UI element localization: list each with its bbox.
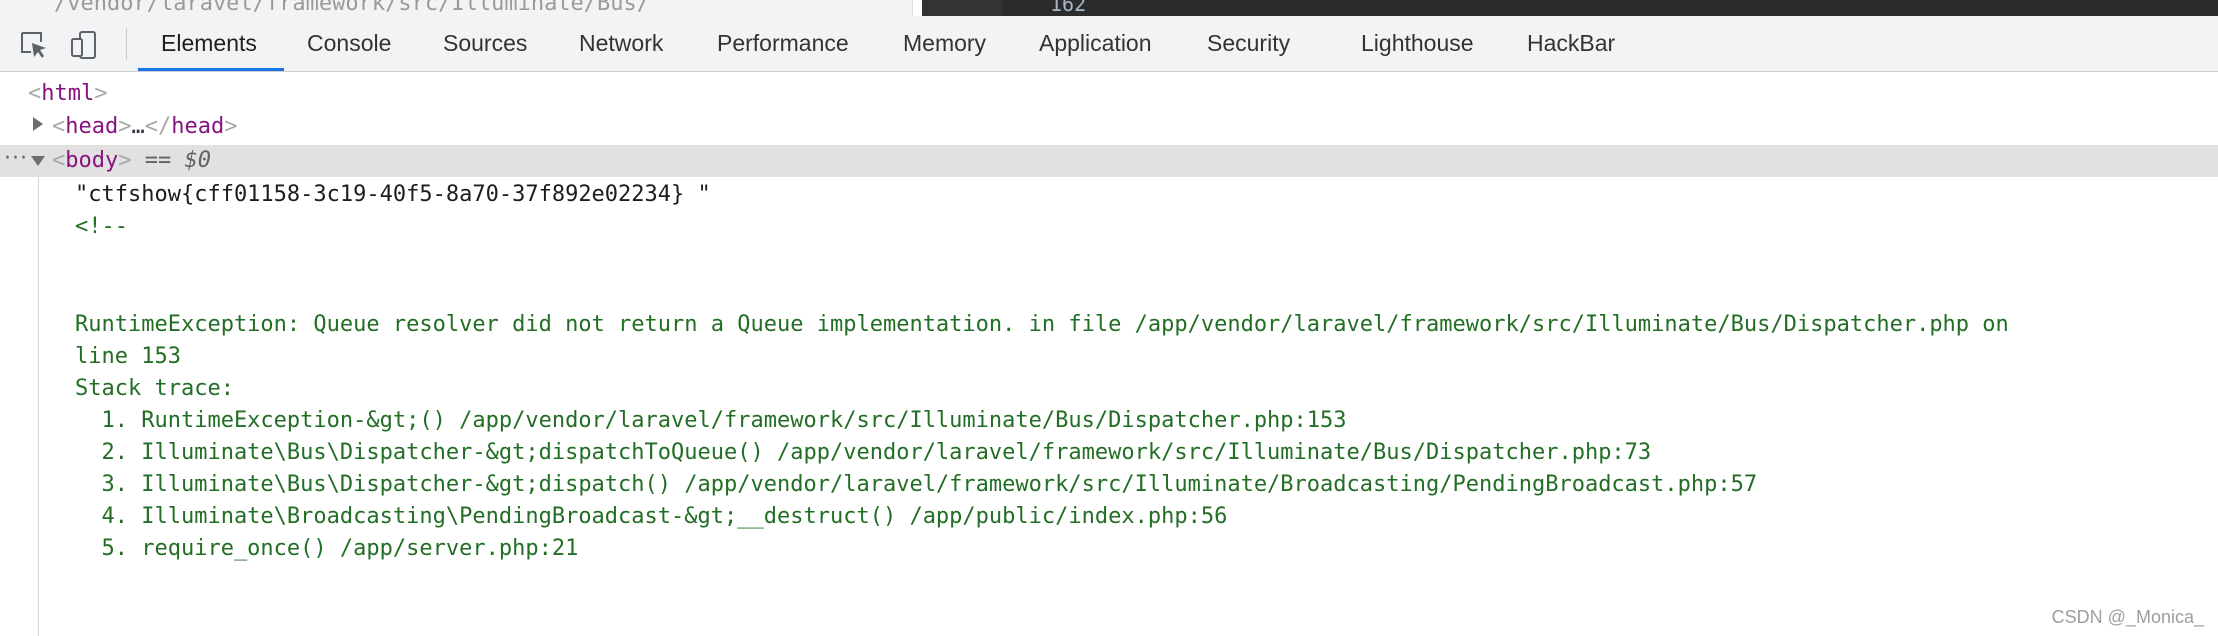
elements-tree-panel: <html> <head>…</head> ··· <body> == $0 "…: [0, 72, 2218, 636]
selected-var: $0: [184, 148, 211, 173]
tag-name-head: head: [65, 114, 119, 139]
active-tab-indicator: [138, 68, 284, 71]
tag-name-body: body: [65, 148, 119, 173]
dom-text-node[interactable]: "ctfshow{cff01158-3c19-40f5-8a70-37f892e…: [75, 179, 711, 211]
comment-line: 5. require_once() /app/server.php:21: [75, 536, 579, 561]
source-path-pane: /vendor/laravel/framework/src/Illuminate…: [0, 0, 913, 16]
tab-sources[interactable]: Sources: [443, 16, 527, 71]
tag-name-html: html: [41, 81, 95, 106]
dom-node-html[interactable]: <html>: [28, 78, 107, 110]
tab-application[interactable]: Application: [1039, 16, 1152, 71]
node-actions-icon[interactable]: ···: [4, 145, 28, 177]
device-toolbar-icon[interactable]: [68, 30, 100, 60]
watermark: CSDN @_Monica_: [2051, 607, 2204, 627]
comment-open[interactable]: <!--: [75, 211, 128, 243]
tab-security[interactable]: Security: [1207, 16, 1290, 71]
tab-console[interactable]: Console: [307, 16, 391, 71]
selected-node-highlight: [0, 145, 2218, 177]
dom-node-body[interactable]: <body> == $0: [52, 145, 211, 177]
toolbar-separator: [126, 28, 127, 60]
tree-indent-guide: [38, 177, 39, 636]
comment-line: 2. Illuminate\Bus\Dispatcher-&gt;dispatc…: [75, 440, 1652, 465]
collapse-triangle-icon[interactable]: [31, 156, 45, 166]
expand-triangle-icon[interactable]: [33, 117, 43, 131]
tab-network[interactable]: Network: [579, 16, 663, 71]
tab-performance[interactable]: Performance: [717, 16, 849, 71]
comment-line: 3. Illuminate\Bus\Dispatcher-&gt;dispatc…: [75, 472, 1758, 497]
comment-line: Stack trace:: [75, 376, 234, 401]
comment-line: RuntimeException: Queue resolver did not…: [75, 312, 2009, 337]
collapsed-ellipsis[interactable]: …: [131, 114, 144, 139]
tab-elements[interactable]: Elements: [161, 16, 257, 71]
source-path-text: /vendor/laravel/framework/src/Illuminate…: [54, 0, 651, 16]
selected-marker: ==: [144, 148, 172, 173]
tab-lighthouse[interactable]: Lighthouse: [1361, 16, 1474, 71]
code-line-number: 162: [1050, 0, 1087, 16]
page-viewport-strip: /vendor/laravel/framework/src/Illuminate…: [0, 0, 2218, 16]
devtools-window: /vendor/laravel/framework/src/Illuminate…: [0, 0, 2218, 636]
code-editor-gutter: [922, 0, 1002, 16]
devtools-toolbar: Elements Console Sources Network Perform…: [0, 16, 2218, 72]
code-editor-pane: [922, 0, 2218, 16]
tab-memory[interactable]: Memory: [903, 16, 986, 71]
comment-line: 1. RuntimeException-&gt;() /app/vendor/l…: [75, 408, 1347, 433]
inspect-element-icon[interactable]: [18, 30, 50, 60]
comment-line: 4. Illuminate\Broadcasting\PendingBroadc…: [75, 504, 1228, 529]
comment-line: line 153: [75, 344, 181, 369]
tab-hackbar[interactable]: HackBar: [1527, 16, 1615, 71]
dom-node-head[interactable]: <head>…</head>: [52, 111, 237, 143]
